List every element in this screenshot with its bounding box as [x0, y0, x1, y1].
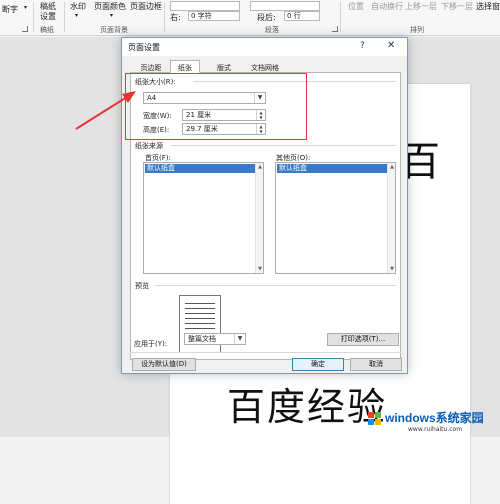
first-page-list[interactable]: 默认纸盒 ▲ ▼ — [143, 162, 264, 274]
scroll-down-icon[interactable]: ▼ — [256, 265, 264, 273]
highlight-box — [125, 73, 307, 140]
print-options-button[interactable]: 打印选项(T)... — [327, 333, 399, 346]
selection-pane-button[interactable]: 选择窗 — [476, 1, 500, 12]
preview-line — [185, 328, 215, 329]
scroll-up-icon[interactable]: ▲ — [388, 163, 396, 171]
help-icon[interactable]: ? — [360, 41, 365, 51]
chevron-down-icon: ▼ — [234, 334, 245, 344]
apply-to-select[interactable]: 整篇文档 ▼ — [184, 333, 246, 345]
watermark-url: www.ruihaitu.com — [408, 426, 463, 433]
preview-line — [185, 323, 215, 324]
watermark-brand: windows系统家园 — [385, 411, 484, 425]
cancel-button[interactable]: 取消 — [350, 358, 402, 371]
spacing-before-field[interactable] — [250, 1, 320, 11]
close-icon[interactable]: ✕ — [387, 40, 395, 51]
dialog-title: 页面设置 — [128, 43, 160, 52]
page-color-button[interactable]: 页面颜色 — [94, 1, 126, 12]
group-label-page-background: 页面背景 — [100, 26, 128, 34]
scroll-up-icon[interactable]: ▲ — [256, 163, 264, 171]
indent-left-field[interactable] — [170, 1, 240, 11]
tab-paper[interactable]: 纸张 — [170, 60, 200, 73]
group-label-paragraph: 段落 — [265, 26, 279, 34]
ribbon: 断字 ▾ 稿纸 设置 稿纸 水印 页面颜色 页面边框 ▾ ▾ 页面背景 右: 0… — [0, 0, 500, 36]
ribbon-separator — [340, 2, 341, 32]
preview-line — [185, 308, 215, 309]
ok-button[interactable]: 确定 — [292, 358, 344, 371]
spacing-after-label: 段后: — [257, 13, 276, 22]
manuscript-setup-label: 设置 — [40, 12, 56, 21]
section-divider — [171, 145, 396, 146]
section-divider — [130, 352, 401, 353]
hyphenation-button[interactable]: 断字 — [2, 4, 18, 15]
dialog-titlebar[interactable]: 页面设置 ? ✕ — [122, 38, 407, 56]
set-default-button[interactable]: 设为默认值(D) — [132, 358, 196, 371]
preview-line — [185, 313, 215, 314]
list-item-selected[interactable]: 默认纸盒 — [145, 164, 255, 173]
document-text-bottom: 百度经验 — [227, 385, 388, 429]
watermark: windows系统家园 www.ruihaitu.com — [368, 406, 500, 437]
page-border-button[interactable]: 页面边框 — [130, 1, 162, 12]
apply-to-value: 整篇文档 — [188, 335, 216, 343]
position-button[interactable]: 位置 — [348, 1, 364, 12]
arrow-icon — [75, 91, 136, 130]
indent-right-field[interactable]: 0 字符 — [188, 11, 240, 21]
preview-line — [185, 303, 215, 304]
indent-right-label: 右: — [170, 13, 181, 22]
windows-logo-icon — [368, 412, 381, 425]
apply-to-label: 应用于(Y): — [134, 340, 168, 348]
group-label-manuscript: 稿纸 — [40, 26, 54, 34]
scrollbar[interactable]: ▲ ▼ — [255, 163, 263, 273]
send-backward-button[interactable]: 下移一层 — [441, 1, 473, 12]
watermark-button[interactable]: 水印 — [70, 1, 86, 12]
scroll-down-icon[interactable]: ▼ — [388, 265, 396, 273]
dropdown-icon: ▾ — [75, 12, 79, 19]
list-item-selected[interactable]: 默认纸盒 — [277, 164, 387, 173]
wrap-text-button[interactable]: 自动换行 — [371, 1, 403, 12]
ribbon-separator — [33, 2, 34, 32]
section-divider — [155, 285, 396, 286]
dialog-launcher-icon[interactable] — [332, 26, 338, 32]
dropdown-icon: ▾ — [110, 12, 114, 19]
dropdown-icon: ▾ — [24, 4, 28, 11]
dialog-launcher-icon[interactable] — [22, 26, 28, 32]
bring-forward-button[interactable]: 上移一层 — [405, 1, 437, 12]
preview-line — [185, 318, 215, 319]
paper-source-label: 纸张来源 — [135, 142, 163, 150]
scrollbar[interactable]: ▲ ▼ — [387, 163, 395, 273]
spacing-after-field[interactable]: 0 行 — [284, 11, 320, 21]
group-label-arrange: 排列 — [410, 26, 424, 34]
ribbon-separator — [64, 2, 65, 32]
ribbon-separator — [164, 2, 165, 32]
other-pages-list[interactable]: 默认纸盒 ▲ ▼ — [275, 162, 396, 274]
preview-label: 预览 — [135, 282, 149, 290]
